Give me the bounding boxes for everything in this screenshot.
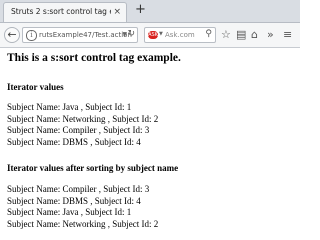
list-item: Subject Name: Compiler , Subject Id: 3: [7, 184, 150, 194]
clipboard-icon[interactable]: ▤: [236, 28, 246, 42]
address-bar[interactable]: i rutsExample47/Test.action ▼ ↻: [22, 27, 138, 43]
list-item: Subject Name: Java , Subject Id: 1: [7, 207, 132, 218]
section-heading-sorted-values: Iterator values after sorting by subject…: [7, 163, 179, 173]
close-icon[interactable]: ×: [113, 6, 121, 18]
iterator-values-list: Subject Name: Java , Subject Id: 1 Subje…: [7, 102, 158, 148]
sorted-values-list: Subject Name: Compiler , Subject Id: 3 S…: [7, 184, 158, 230]
overflow-chevron-icon[interactable]: »: [267, 28, 274, 42]
browser-window: Struts 2 s:sort control tag example × + …: [0, 0, 300, 240]
tab-strip: Struts 2 s:sort control tag example × +: [0, 0, 300, 23]
search-placeholder[interactable]: Ask.com: [165, 31, 195, 39]
tab-title: Struts 2 s:sort control tag example: [11, 7, 111, 16]
navigation-bar: ← i rutsExample47/Test.action ▼ ↻ ASK ▼ …: [0, 23, 300, 48]
section-heading-iterator-values: Iterator values: [7, 82, 64, 92]
star-icon[interactable]: ☆: [221, 28, 231, 42]
menu-icon[interactable]: ≡: [283, 28, 292, 42]
page-title: This is a s:sort control tag example.: [7, 52, 181, 64]
list-item: Subject Name: Networking , Subject Id: 2: [7, 113, 159, 124]
info-icon[interactable]: i: [26, 30, 37, 41]
search-engine-logo-icon[interactable]: ASK: [148, 31, 158, 39]
reload-icon[interactable]: ↻: [127, 29, 135, 39]
list-item: Subject Name: Networking , Subject Id: 2: [7, 218, 159, 229]
back-arrow-icon[interactable]: ←: [4, 27, 20, 43]
search-box[interactable]: ASK ▼ Ask.com ⚲: [144, 27, 216, 43]
dropdown-arrow-icon[interactable]: ▼: [122, 31, 127, 38]
search-engine-dropdown-icon[interactable]: ▼: [159, 31, 163, 37]
list-item: Subject Name: Java , Subject Id: 1: [7, 102, 132, 112]
page-content: This is a s:sort control tag example. It…: [0, 48, 300, 240]
search-icon[interactable]: ⚲: [205, 29, 212, 39]
list-item: Subject Name: DBMS , Subject Id: 4: [7, 195, 141, 206]
tab-active[interactable]: Struts 2 s:sort control tag example ×: [3, 2, 127, 22]
list-item: Subject Name: Compiler , Subject Id: 3: [7, 125, 150, 136]
new-tab-icon[interactable]: +: [135, 3, 146, 17]
home-icon[interactable]: ⌂: [251, 28, 258, 42]
url-text[interactable]: rutsExample47/Test.action: [39, 31, 132, 39]
list-item: Subject Name: DBMS , Subject Id: 4: [7, 136, 141, 147]
